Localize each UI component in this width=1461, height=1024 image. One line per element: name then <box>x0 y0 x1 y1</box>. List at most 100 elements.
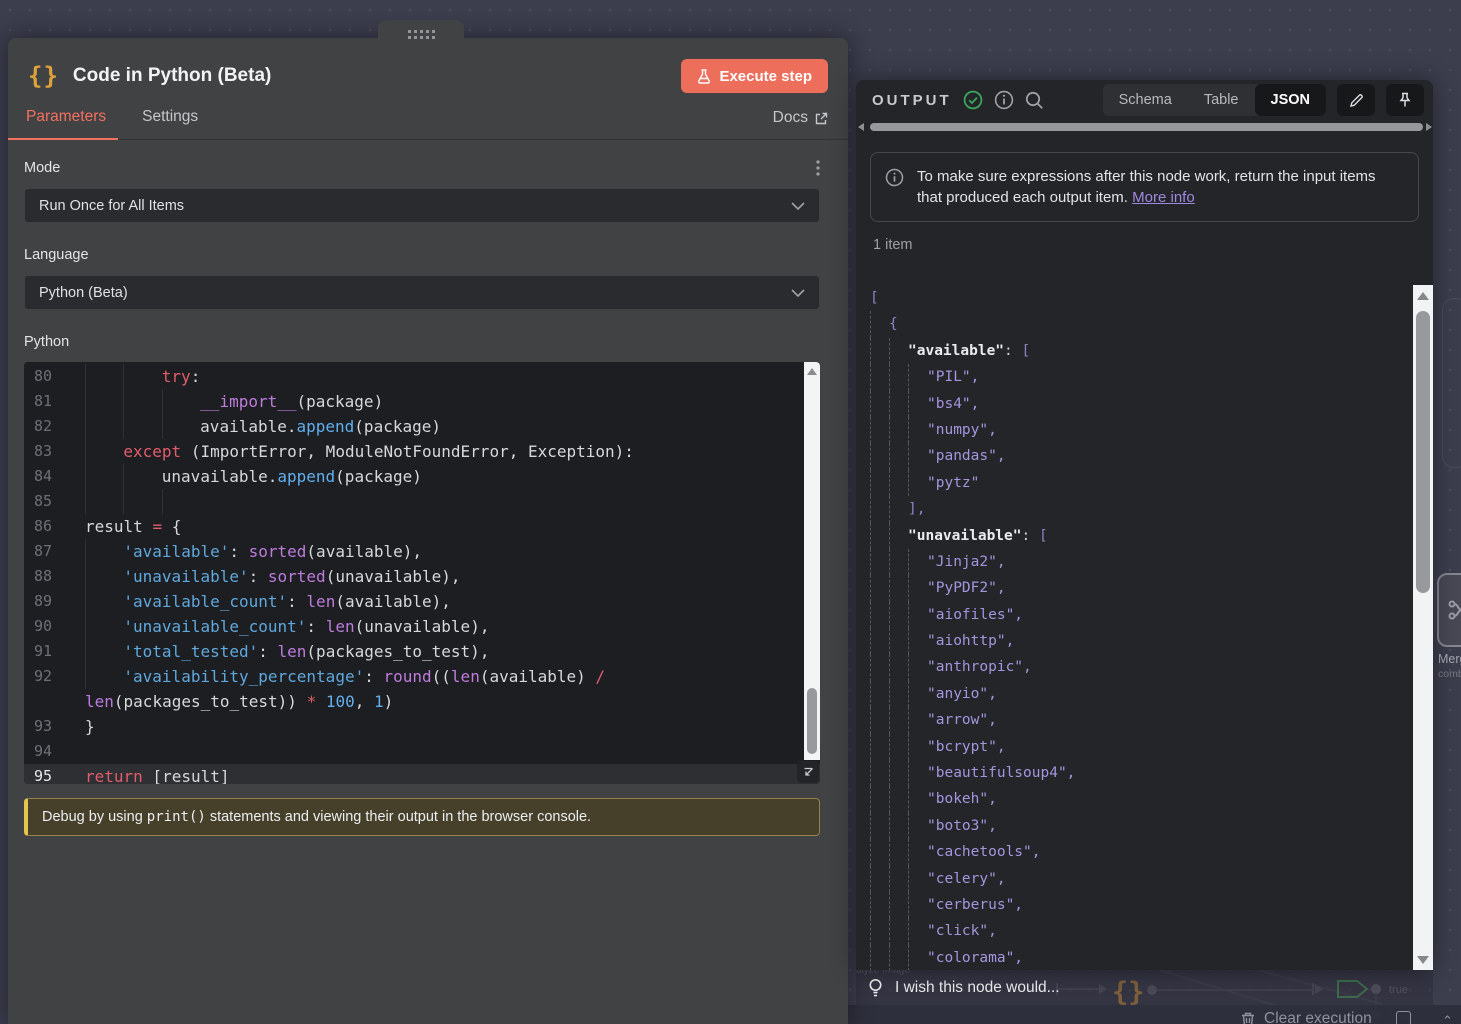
json-line: "numpy", <box>870 417 1413 443</box>
json-line: "beautifulsoup4", <box>870 760 1413 786</box>
json-line: "arrow", <box>870 707 1413 733</box>
code-line: 92'availability_percentage': round((len(… <box>24 664 820 689</box>
json-line: "anthropic", <box>870 654 1413 680</box>
code-line: 84unavailable.append(package) <box>24 464 820 489</box>
json-line: "PIL", <box>870 364 1413 390</box>
json-line: "bcrypt", <box>870 734 1413 760</box>
node-tabs: Parameters Settings Docs <box>8 94 848 140</box>
merge-node[interactable] <box>1437 573 1461 647</box>
json-output[interactable]: [{"available": ["PIL","bs4","numpy","pan… <box>856 285 1413 970</box>
edit-output-button[interactable] <box>1337 84 1375 116</box>
editor-scrollbar[interactable] <box>804 362 820 760</box>
scroll-down-arrow-icon[interactable] <box>1417 956 1429 964</box>
info-circle-icon <box>885 168 904 187</box>
json-line: "colorama", <box>870 945 1413 970</box>
collapse-chevron-icon[interactable]: ⌃ <box>1442 1013 1453 1024</box>
json-line: "PyPDF2", <box>870 575 1413 601</box>
clear-execution-label: Clear execution <box>1264 1010 1372 1024</box>
parameters-body: Mode Run Once for All Items Language Pyt… <box>8 140 848 836</box>
output-scrollbar-thumb[interactable] <box>1416 311 1430 593</box>
tab-json[interactable]: JSON <box>1255 84 1327 116</box>
scroll-right-arrow-icon[interactable] <box>1426 123 1432 131</box>
search-icon[interactable] <box>1025 91 1044 110</box>
debug-hint-text: Debug by using <box>42 809 147 825</box>
expand-icon <box>803 767 814 778</box>
json-line: "click", <box>870 918 1413 944</box>
tab-table[interactable]: Table <box>1188 84 1255 116</box>
h-scrollbar-thumb[interactable] <box>870 123 1423 131</box>
tab-parameters[interactable]: Parameters <box>8 108 118 139</box>
scroll-up-arrow-icon[interactable] <box>1417 292 1429 300</box>
code-line: len(packages_to_test)) * 100, 1) <box>24 689 820 714</box>
scroll-left-arrow-icon[interactable] <box>858 123 864 131</box>
json-line: "pandas", <box>870 443 1413 469</box>
editor-scrollbar-thumb[interactable] <box>807 688 817 754</box>
expand-editor-button[interactable] <box>797 761 819 783</box>
merge-node-title: Merge <box>1438 652 1461 666</box>
docs-label: Docs <box>773 109 808 127</box>
mode-select[interactable]: Run Once for All Items <box>24 188 820 223</box>
more-info-link[interactable]: More info <box>1132 189 1195 206</box>
logs-icon[interactable] <box>1396 1011 1411 1024</box>
node-title[interactable]: Code in Python (Beta) <box>73 65 271 87</box>
clear-execution-button[interactable]: Clear execution <box>1241 1010 1372 1024</box>
code-line: 94 <box>24 739 820 764</box>
code-line: 93} <box>24 714 820 739</box>
json-line: { <box>870 311 1413 337</box>
pencil-icon <box>1349 93 1364 108</box>
json-line: "bokeh", <box>870 786 1413 812</box>
pin-icon <box>1398 92 1412 108</box>
code-editor-lines: 80try:81__import__(package)82available.a… <box>24 364 820 784</box>
code-node-type-icon: {} <box>28 62 59 90</box>
json-line: [ <box>870 285 1413 311</box>
tab-schema[interactable]: Schema <box>1103 84 1188 116</box>
code-line: 89'available_count': len(available), <box>24 589 820 614</box>
success-check-icon <box>963 90 983 110</box>
json-line: "bs4", <box>870 391 1413 417</box>
code-line: 86result = { <box>24 514 820 539</box>
docs-link[interactable]: Docs <box>773 109 848 139</box>
language-label: Language <box>24 247 89 263</box>
chevron-down-icon <box>791 289 805 297</box>
merge-icon <box>1447 599 1461 621</box>
trash-icon <box>1241 1012 1255 1024</box>
workflow-canvas: {} true false alyze Image Merge combine … <box>0 0 1461 1024</box>
external-link-icon <box>815 112 828 125</box>
code-line: 82available.append(package) <box>24 414 820 439</box>
mode-label: Mode <box>24 160 60 176</box>
chevron-down-icon <box>791 202 805 210</box>
lightbulb-icon <box>868 978 883 998</box>
kebab-menu-icon[interactable] <box>816 160 820 176</box>
code-line: 91'total_tested': len(packages_to_test), <box>24 639 820 664</box>
json-line: "boto3", <box>870 813 1413 839</box>
code-line: 85 <box>24 489 820 514</box>
drag-dots-icon <box>408 30 435 39</box>
items-count: 1 item <box>873 237 1419 253</box>
output-scrollbar[interactable] <box>1413 285 1433 970</box>
panel-drag-handle[interactable] <box>378 20 464 42</box>
output-h-scrollbar[interactable] <box>856 120 1433 134</box>
json-line: "celery", <box>870 866 1413 892</box>
node-header: {} Code in Python (Beta) Execute step <box>8 38 848 94</box>
debug-hint-code: print() <box>147 809 206 825</box>
flask-icon <box>697 69 711 84</box>
node-suggestion-input[interactable]: I wish this node would... <box>895 979 1060 997</box>
pin-data-button[interactable] <box>1386 84 1424 116</box>
code-editor[interactable]: 80try:81__import__(package)82available.a… <box>24 362 820 784</box>
json-line: "aiofiles", <box>870 602 1413 628</box>
execute-step-button[interactable]: Execute step <box>681 59 828 93</box>
info-circle-icon[interactable] <box>994 90 1014 110</box>
mode-value: Run Once for All Items <box>39 198 184 214</box>
code-line: 80try: <box>24 364 820 389</box>
code-line: 95return [result] <box>24 764 820 784</box>
language-value: Python (Beta) <box>39 285 128 301</box>
debug-hint: Debug by using print() statements and vi… <box>24 798 820 836</box>
scroll-up-arrow-icon[interactable] <box>807 368 817 375</box>
json-line: "cerberus", <box>870 892 1413 918</box>
tab-settings[interactable]: Settings <box>118 108 210 139</box>
output-panel: OUTPUT Schema Table JSON <box>856 80 1433 970</box>
output-body: To make sure expressions after this node… <box>856 134 1433 253</box>
node-suggestion-bar[interactable]: I wish this node would... <box>856 970 1433 1005</box>
code-line: 88'unavailable': sorted(unavailable), <box>24 564 820 589</box>
language-select[interactable]: Python (Beta) <box>24 275 820 310</box>
